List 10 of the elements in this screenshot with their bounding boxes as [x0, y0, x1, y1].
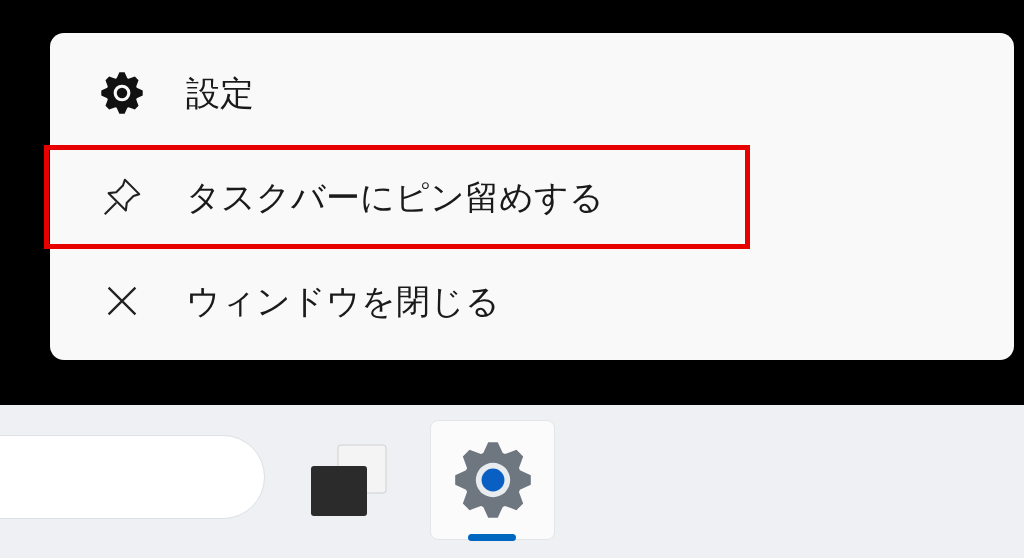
menu-label: 設定 — [186, 71, 254, 115]
menu-label: ウィンドウを閉じる — [186, 279, 500, 323]
running-indicator — [468, 534, 516, 541]
menu-item[interactable]: 設定 — [44, 41, 750, 145]
menu-label: タスクバーにピン留めする — [186, 175, 604, 219]
settings-taskbar-button[interactable] — [430, 420, 555, 540]
settings-icon — [99, 70, 145, 116]
menu-item[interactable]: ウィンドウを閉じる — [44, 249, 750, 353]
menu-item[interactable]: タスクバーにピン留めする — [44, 145, 750, 249]
search-field[interactable] — [0, 435, 265, 519]
